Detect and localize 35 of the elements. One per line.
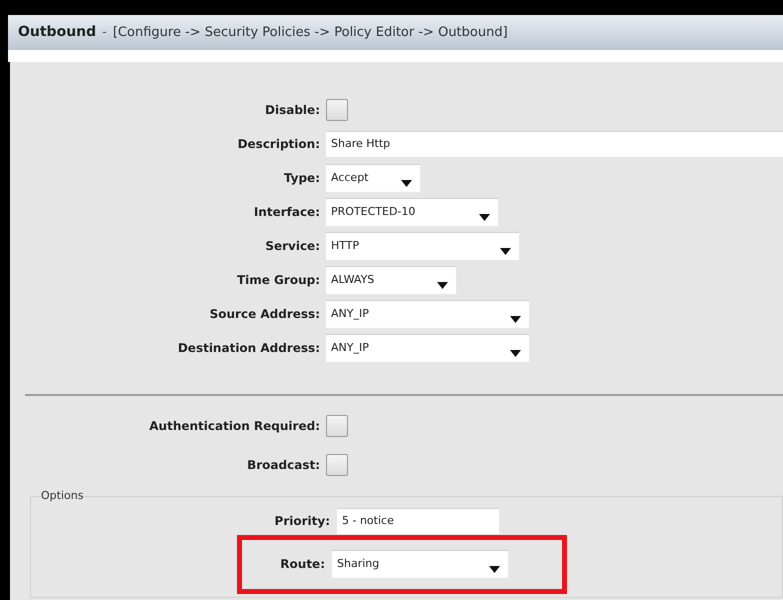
text-field[interactable]: 5 - notice <box>337 508 499 534</box>
dropdown[interactable]: Sharing <box>332 550 508 578</box>
field-label: Source Address: <box>208 306 320 323</box>
field-label: Description: <box>236 136 320 153</box>
caret-icon <box>510 350 521 357</box>
dropdown[interactable]: ANY_IP <box>326 334 529 362</box>
field-label: Service: <box>264 238 320 255</box>
caret-icon <box>479 214 490 221</box>
field-label: Authentication Required: <box>148 418 320 434</box>
options-legend: Options <box>41 488 84 504</box>
field-label: Time Group: <box>236 272 320 289</box>
checkbox[interactable] <box>326 414 348 436</box>
field-label: Route: <box>279 556 325 573</box>
dropdown[interactable]: ALWAYS <box>326 266 456 294</box>
page-title: Outbound <box>18 23 96 42</box>
field-label: Broadcast: <box>246 456 320 474</box>
caret-icon <box>500 248 511 255</box>
field-label: Destination Address: <box>176 340 320 357</box>
text-field[interactable]: Share Http <box>326 131 783 157</box>
caret-icon <box>401 180 412 187</box>
field-label: Type: <box>282 170 320 187</box>
checkbox[interactable] <box>326 454 348 476</box>
breadcrumb: [Configure -> Security Policies -> Policy Editor -> Outbound] <box>112 24 508 42</box>
field-label: Disable: <box>264 102 320 119</box>
caret-icon <box>489 566 500 573</box>
checkbox[interactable] <box>326 99 348 121</box>
dropdown[interactable]: PROTECTED-10 <box>326 198 498 226</box>
field-label: Priority: <box>274 512 330 530</box>
dropdown[interactable]: ANY_IP <box>326 300 529 328</box>
field-label: Interface: <box>252 204 320 221</box>
dropdown[interactable]: HTTP <box>326 232 519 260</box>
title-separator: - <box>102 24 107 42</box>
caret-icon <box>437 282 448 289</box>
caret-icon <box>510 316 521 323</box>
dropdown[interactable]: Accept <box>326 164 420 192</box>
